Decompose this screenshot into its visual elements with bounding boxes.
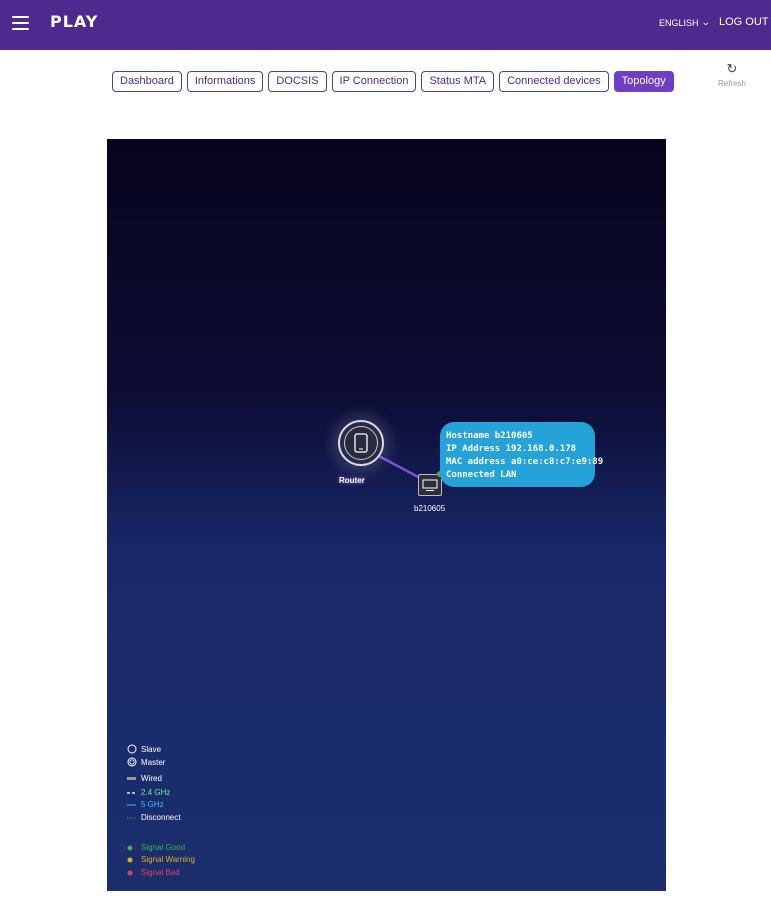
tab-informations[interactable]: Informations: [186, 71, 264, 92]
legend-signal-good-label: Signal Good: [141, 843, 186, 852]
legend-master: Master: [127, 757, 165, 767]
logout-link[interactable]: LOG OUT: [719, 16, 769, 28]
menu-icon[interactable]: [12, 16, 29, 30]
router-inner-ring: [344, 426, 378, 460]
legend-wired-label: Wired: [141, 774, 162, 783]
chevron-down-icon: ⌄: [700, 17, 711, 27]
tab-docsis[interactable]: DOCSIS: [268, 71, 327, 92]
device-label: b210605: [414, 504, 446, 513]
device-tooltip: Hostname b210605 IP Address 192.168.0.17…: [440, 422, 604, 487]
legend-signal-good: Signal Good: [127, 843, 185, 852]
legend-5ghz-label: 5 GHz: [141, 800, 164, 809]
good-dot-icon: [127, 845, 133, 850]
legend-disconnect-label: Disconnect: [141, 813, 181, 822]
computer-icon: [422, 479, 438, 491]
play-logo[interactable]: PLAY: [50, 12, 98, 31]
tooltip-mac: MAC address a0:ce:c8:c7:e9:89: [446, 457, 604, 467]
tab-connected-devices[interactable]: Connected devices: [499, 71, 609, 92]
refresh-icon: ↻: [726, 61, 738, 76]
tooltip-hostname: Hostname b210605: [446, 431, 533, 441]
language-selector[interactable]: ENGLISH ⌄: [659, 17, 711, 28]
master-circle-icon: [127, 757, 137, 767]
tab-topology[interactable]: Topology: [613, 71, 674, 92]
tab-ip-connection[interactable]: IP Connection: [331, 71, 417, 92]
top-bar: PLAY ENGLISH ⌄ LOG OUT: [0, 0, 771, 50]
nav-tabs: Dashboard Informations DOCSIS IP Connect…: [112, 71, 674, 92]
refresh-button[interactable]: ↻ Refresh: [712, 61, 752, 88]
bad-dot-icon: [127, 870, 133, 875]
legend-signal-warning-label: Signal Warning: [141, 855, 195, 864]
router-device-link: [376, 453, 423, 481]
slave-circle-icon: [127, 744, 137, 754]
tab-status-mta[interactable]: Status MTA: [421, 71, 495, 92]
wired-line-icon: [127, 776, 136, 780]
warning-dot-icon: [127, 857, 133, 862]
topology-canvas[interactable]: Router b210605 Hostname b210605 IP Addre…: [107, 139, 666, 891]
language-label: ENGLISH: [659, 17, 699, 28]
legend-master-label: Master: [141, 757, 166, 767]
topology-links: [376, 453, 423, 481]
legend-slave-label: Slave: [141, 744, 162, 754]
tab-dashboard[interactable]: Dashboard: [112, 71, 182, 92]
router-node[interactable]: [338, 420, 384, 466]
ghz5-line-icon: [127, 804, 136, 805]
tooltip-ip: IP Address 192.168.0.178: [446, 444, 577, 454]
tooltip-connected: Connected LAN: [446, 470, 517, 480]
legend-signal-warning: Signal Warning: [127, 855, 195, 864]
legend-signal-bad-label: Signal Bad: [141, 868, 180, 877]
legend-disconnect: Disconnect: [127, 813, 181, 822]
legend-slave: Slave: [127, 744, 161, 754]
legend-24ghz-label: 2.4 GHz: [141, 788, 171, 797]
ghz24-line-icon: [127, 791, 136, 794]
legend-wired: Wired: [127, 774, 162, 783]
device-node[interactable]: [418, 474, 442, 496]
router-label: Router: [339, 476, 365, 485]
legend-24ghz: 2.4 GHz: [127, 788, 170, 797]
legend-signal-bad: Signal Bad: [127, 868, 180, 877]
disconnect-line-icon: [127, 817, 136, 818]
refresh-label: Refresh: [717, 79, 746, 88]
legend-5ghz: 5 GHz: [127, 800, 164, 809]
tablet-icon: [354, 433, 368, 453]
